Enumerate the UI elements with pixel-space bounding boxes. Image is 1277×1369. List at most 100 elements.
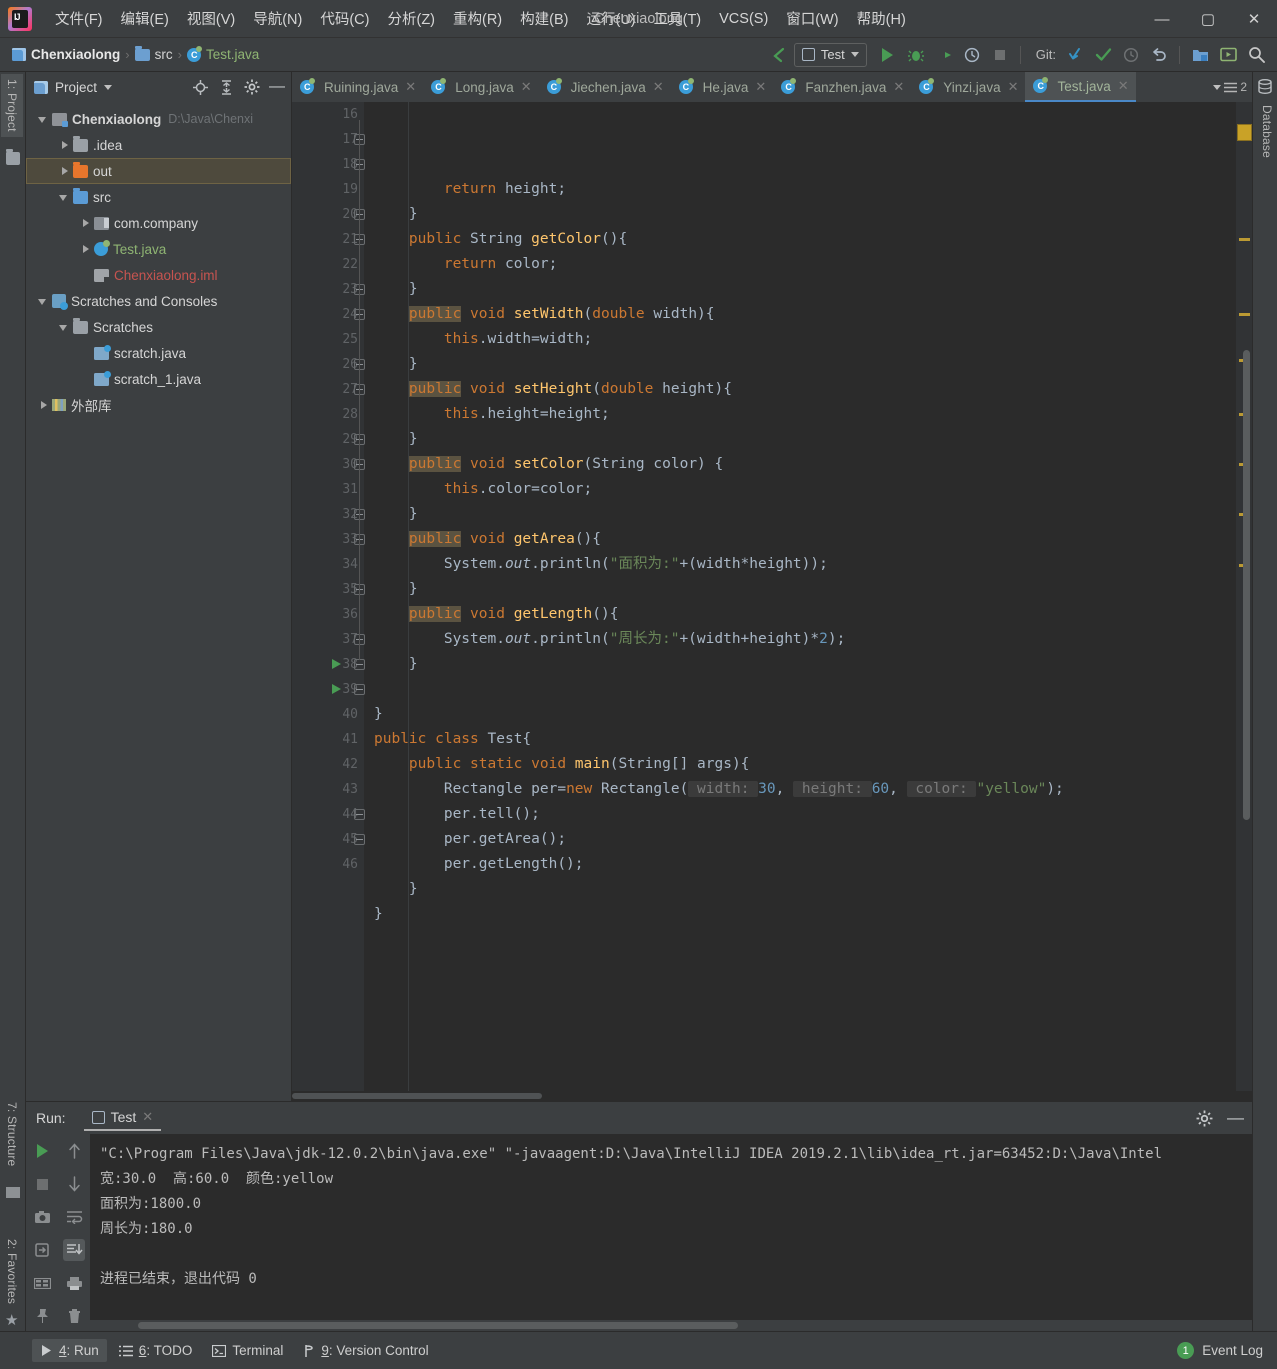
run-anything-icon[interactable] <box>1215 42 1241 68</box>
menu-file[interactable]: 文件(F) <box>46 4 112 33</box>
editor-horizontal-scrollbar[interactable] <box>292 1091 1252 1101</box>
git-commit-icon[interactable] <box>1090 42 1116 68</box>
editor-marker-bar[interactable] <box>1235 102 1252 1091</box>
console-view-icon[interactable] <box>31 1272 53 1294</box>
tree-item-src[interactable]: src <box>26 184 291 210</box>
structure-strip-icon[interactable] <box>6 1187 20 1198</box>
menu-view[interactable]: 视图(V) <box>178 4 244 33</box>
project-structure-icon[interactable] <box>1187 42 1213 68</box>
status-version-control[interactable]: 9: Version Control <box>295 1339 436 1362</box>
editor-code-content[interactable]: return height; } public String getColor(… <box>364 102 1235 1091</box>
close-icon[interactable]: ✕ <box>405 79 416 95</box>
tree-item-test-java[interactable]: Test.java <box>26 236 291 262</box>
editor-tab-yinzi[interactable]: C Yinzi.java ✕ <box>911 72 1025 102</box>
editor-tab-ruining[interactable]: C Ruining.java ✕ <box>292 72 423 102</box>
editor-tab-jiechen[interactable]: C Jiechen.java ✕ <box>539 72 671 102</box>
stop-button[interactable] <box>987 42 1013 68</box>
maximize-button[interactable]: ▢ <box>1185 0 1231 38</box>
git-revert-icon[interactable] <box>1146 42 1172 68</box>
gutter-line-31[interactable]: 31 <box>292 477 364 502</box>
profile-button[interactable] <box>959 42 985 68</box>
sidebar-item-project[interactable]: 1: Project <box>1 74 23 137</box>
soft-wrap-icon[interactable] <box>63 1206 85 1228</box>
menu-refactor[interactable]: 重构(R) <box>444 4 511 33</box>
tab-list-icon[interactable] <box>1224 82 1238 93</box>
gutter-line-34[interactable]: 34 <box>292 552 364 577</box>
menu-vcs[interactable]: VCS(S) <box>710 7 777 31</box>
editor-gutter[interactable]: 16 17 18 19 20 21 22 23 24 25 26 27 28 29 30 31 32 33 34 35… <box>292 102 365 1091</box>
gutter-line-22[interactable]: 22 <box>292 252 364 277</box>
chevron-down-icon[interactable] <box>1213 84 1222 90</box>
tree-item-scratch-1-java[interactable]: scratch_1.java <box>26 366 291 392</box>
stop-icon[interactable] <box>31 1173 53 1195</box>
back-arrow-icon[interactable] <box>766 42 792 68</box>
close-icon[interactable]: ✕ <box>755 79 766 95</box>
status-run[interactable]: 4: Run <box>32 1339 107 1362</box>
debug-button[interactable] <box>903 42 929 68</box>
breadcrumb-project[interactable]: Chenxiaolong <box>31 47 120 62</box>
breadcrumb-src[interactable]: src <box>155 47 173 62</box>
close-icon[interactable]: ✕ <box>653 79 664 95</box>
chevron-down-icon[interactable] <box>59 322 70 333</box>
gutter-line-40[interactable]: 40 <box>292 702 364 727</box>
close-icon[interactable]: ✕ <box>1008 79 1019 95</box>
menu-window[interactable]: 窗口(W) <box>777 4 847 33</box>
editor-tab-test[interactable]: C Test.java ✕ <box>1025 72 1136 102</box>
run-tab-test[interactable]: Test ✕ <box>83 1105 162 1131</box>
gutter-line-42[interactable]: 42 <box>292 752 364 777</box>
git-update-icon[interactable] <box>1062 42 1088 68</box>
hide-panel-icon[interactable]: — <box>269 79 285 95</box>
chevron-down-icon[interactable] <box>38 296 49 307</box>
tree-item--idea[interactable]: .idea <box>26 132 291 158</box>
rerun-icon[interactable] <box>31 1140 53 1162</box>
marker-box[interactable] <box>1237 124 1252 141</box>
search-icon[interactable] <box>1243 42 1269 68</box>
gutter-line-25[interactable]: 25 <box>292 327 364 352</box>
marker-stripe[interactable] <box>1239 313 1250 316</box>
close-button[interactable]: ✕ <box>1231 0 1277 38</box>
gutter-line-46[interactable]: 46 <box>292 852 364 877</box>
run-with-coverage-button[interactable] <box>931 42 957 68</box>
pin-icon[interactable] <box>31 1305 53 1327</box>
breadcrumb-file[interactable]: Test.java <box>206 47 259 62</box>
gutter-line-19[interactable]: 19 <box>292 177 364 202</box>
close-icon[interactable]: ✕ <box>521 79 532 95</box>
sidebar-item-structure[interactable]: 7: Structure <box>1 1097 23 1171</box>
editor-tab-long[interactable]: C Long.java ✕ <box>423 72 538 102</box>
gutter-line-41[interactable]: 41 <box>292 727 364 752</box>
chevron-right-icon[interactable] <box>80 244 91 255</box>
tree-item-com-company[interactable]: com.company <box>26 210 291 236</box>
tree-item-chenxiaolong-iml[interactable]: Chenxiaolong.iml <box>26 262 291 288</box>
sidebar-item-database[interactable]: Database <box>1256 100 1277 163</box>
gutter-line-16[interactable]: 16 <box>292 102 364 127</box>
arrow-up-icon[interactable] <box>63 1140 85 1162</box>
menu-build[interactable]: 构建(B) <box>511 4 577 33</box>
gutter-line-36[interactable]: 36 <box>292 602 364 627</box>
trash-icon[interactable] <box>63 1305 85 1327</box>
menu-code[interactable]: 代码(C) <box>311 4 378 33</box>
event-log-label[interactable]: Event Log <box>1202 1343 1263 1358</box>
run-configuration-selector[interactable]: Test <box>793 42 867 67</box>
editor-vertical-scrollbar[interactable] <box>1243 350 1250 820</box>
gear-icon[interactable] <box>1196 1110 1213 1127</box>
gutter-line-43[interactable]: 43 <box>292 777 364 802</box>
gutter-run-icon[interactable] <box>332 684 341 694</box>
git-history-icon[interactable] <box>1118 42 1144 68</box>
status-terminal[interactable]: Terminal <box>204 1339 291 1362</box>
chevron-right-icon[interactable] <box>38 400 49 411</box>
chevron-right-icon[interactable] <box>59 140 70 151</box>
tree-item-scratches[interactable]: Scratches <box>26 314 291 340</box>
tree-item-scratches-and-consoles[interactable]: Scratches and Consoles <box>26 288 291 314</box>
close-icon[interactable]: ✕ <box>142 1109 153 1125</box>
editor-tab-fanzhen[interactable]: C Fanzhen.java ✕ <box>773 72 911 102</box>
editor-tab-overflow[interactable]: 2 <box>1208 72 1252 102</box>
gear-icon[interactable] <box>244 79 260 95</box>
minimize-button[interactable]: — <box>1139 0 1185 38</box>
print-icon[interactable] <box>63 1272 85 1294</box>
screenshot-icon[interactable] <box>31 1206 53 1228</box>
database-strip-icon[interactable] <box>1256 78 1274 96</box>
menu-analyze[interactable]: 分析(Z) <box>378 4 444 33</box>
collapse-all-icon[interactable] <box>218 79 235 96</box>
tree-item-out[interactable]: out <box>26 158 291 184</box>
hide-panel-icon[interactable]: — <box>1227 1109 1244 1126</box>
